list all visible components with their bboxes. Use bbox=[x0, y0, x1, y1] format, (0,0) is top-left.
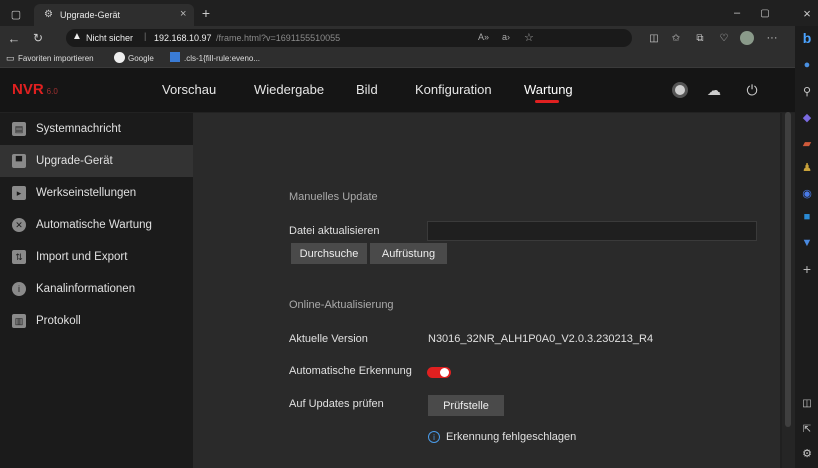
people-icon[interactable]: ♟ bbox=[799, 160, 815, 174]
sidebar-item-label: Upgrade-Gerät bbox=[36, 155, 113, 167]
favorites-icon[interactable]: ✩ bbox=[668, 30, 684, 46]
user-avatar-icon[interactable] bbox=[671, 81, 689, 99]
upgrade-icon: ▀ bbox=[12, 154, 26, 168]
send-icon[interactable]: ▼ bbox=[799, 236, 815, 250]
toggle-knob bbox=[440, 368, 449, 377]
sidebar-item-label: Protokoll bbox=[36, 315, 81, 327]
log-icon: ▥ bbox=[12, 314, 26, 328]
fav-google[interactable]: Google bbox=[128, 54, 154, 63]
address-divider: | bbox=[144, 31, 147, 41]
sidebar-item-automatische-wartung[interactable]: ✕ Automatische Wartung bbox=[0, 209, 193, 241]
split-screen-icon[interactable]: ◫ bbox=[646, 30, 662, 46]
scrollbar-thumb[interactable] bbox=[785, 112, 791, 427]
translate-icon[interactable]: a› bbox=[502, 32, 510, 42]
reset-icon: ▸ bbox=[12, 186, 26, 200]
url-path: /frame.html?v=1691155510055 bbox=[216, 33, 341, 43]
tab-close-icon[interactable]: × bbox=[180, 8, 186, 20]
power-icon[interactable]: ⏻ bbox=[742, 80, 762, 100]
maximize-icon[interactable]: ▢ bbox=[756, 4, 774, 22]
add-sidebar-app-icon[interactable]: + bbox=[799, 261, 815, 277]
fav-import[interactable]: Favoriten importieren bbox=[18, 54, 94, 63]
sidebar-item-werkseinstellungen[interactable]: ▸ Werkseinstellungen bbox=[0, 177, 193, 209]
tab-title: Upgrade-Gerät bbox=[60, 10, 121, 20]
hide-sidebar-icon[interactable]: ◫ bbox=[799, 396, 815, 410]
check-now-button[interactable]: Prüfstelle bbox=[428, 395, 504, 416]
bing-icon[interactable]: b bbox=[798, 28, 816, 48]
address-bar[interactable]: ▲ Nicht sicher | 192.168.10.97 /frame.ht… bbox=[66, 29, 632, 47]
sidebar-item-kanalinformationen[interactable]: i Kanalinformationen bbox=[0, 273, 193, 305]
fav-cls[interactable]: .cls-1{fill-rule:eveno... bbox=[184, 54, 260, 63]
nav-vorschau[interactable]: Vorschau bbox=[162, 82, 216, 97]
settings-gear-icon[interactable]: ⚙ bbox=[799, 446, 815, 460]
upgrade-button[interactable]: Aufrüstung bbox=[370, 243, 447, 264]
tab-actions-icon[interactable]: ▢ bbox=[8, 6, 24, 22]
url-host: 192.168.10.97 bbox=[154, 33, 212, 43]
online-update-heading: Online-Aktualisierung bbox=[289, 299, 394, 311]
detection-status-text: Erkennung fehlgeschlagen bbox=[446, 431, 577, 443]
game-icon[interactable]: ◉ bbox=[799, 186, 815, 200]
tools-icon[interactable]: ▰ bbox=[799, 136, 815, 150]
security-label: Nicht sicher bbox=[86, 33, 134, 43]
outlook-icon[interactable]: ■ bbox=[799, 210, 815, 224]
sidebar-item-systemnachricht[interactable]: ▤ Systemnachricht bbox=[0, 113, 193, 145]
nav-konfiguration[interactable]: Konfiguration bbox=[415, 82, 492, 97]
external-link-icon[interactable]: ⇱ bbox=[799, 422, 815, 436]
manual-update-heading: Manuelles Update bbox=[289, 191, 378, 203]
search-icon[interactable]: ⚲ bbox=[799, 84, 815, 98]
info-icon: i bbox=[12, 282, 26, 296]
sidebar-item-label: Kanalinformationen bbox=[36, 283, 136, 295]
collections-icon[interactable]: ⧉ bbox=[692, 30, 708, 46]
cloud-upload-icon[interactable]: ☁ bbox=[704, 80, 724, 100]
google-icon bbox=[114, 52, 125, 63]
read-aloud-icon[interactable]: A» bbox=[478, 32, 489, 42]
new-tab-icon[interactable]: + bbox=[198, 5, 214, 21]
profile-avatar[interactable] bbox=[738, 29, 756, 47]
tag-icon[interactable]: ◆ bbox=[799, 110, 815, 124]
more-menu-icon[interactable]: ··· bbox=[764, 30, 780, 46]
warning-icon: ▲ bbox=[72, 31, 82, 42]
check-updates-label: Auf Updates prüfen bbox=[289, 398, 384, 410]
sidebar-item-label: Import und Export bbox=[36, 251, 128, 263]
auto-detect-label: Automatische Erkennung bbox=[289, 365, 412, 377]
sidebar-item-upgrade[interactable]: ▀ Upgrade-Gerät bbox=[0, 145, 193, 177]
current-version-label: Aktuelle Version bbox=[289, 333, 368, 345]
browse-button[interactable]: Durchsuche bbox=[291, 243, 367, 264]
folder-import-icon: ▭ bbox=[6, 53, 15, 63]
close-window-icon[interactable]: × bbox=[798, 4, 816, 22]
reload-icon[interactable]: ↻ bbox=[30, 30, 46, 46]
minimize-icon[interactable]: – bbox=[728, 4, 746, 22]
nvr-logo: NVR 6.0 bbox=[12, 81, 58, 98]
nav-wiedergabe[interactable]: Wiedergabe bbox=[254, 82, 324, 97]
browser-tab[interactable]: ⚙ Upgrade-Gerät × bbox=[34, 4, 194, 26]
nav-bild[interactable]: Bild bbox=[356, 82, 378, 97]
favorites-bar: ▭ Favoriten importieren Google .cls-1{fi… bbox=[0, 50, 795, 68]
tab-favicon-icon: ⚙ bbox=[44, 9, 53, 20]
sidebar-item-label: Automatische Wartung bbox=[36, 219, 152, 231]
auto-detect-toggle[interactable] bbox=[427, 367, 451, 378]
bell-icon[interactable]: ● bbox=[799, 58, 815, 72]
info-circle-icon: i bbox=[428, 431, 440, 443]
nav-wartung[interactable]: Wartung bbox=[524, 82, 573, 97]
sidebar-item-label: Werkseinstellungen bbox=[36, 187, 137, 199]
sidebar-item-import-export[interactable]: ⇅ Import und Export bbox=[0, 241, 193, 273]
import-export-icon: ⇅ bbox=[12, 250, 26, 264]
current-version-value: N3016_32NR_ALH1P0A0_V2.0.3.230213_R4 bbox=[428, 333, 654, 345]
favorite-star-icon[interactable]: ☆ bbox=[524, 31, 534, 44]
back-icon[interactable]: ← bbox=[6, 30, 22, 46]
bookmark-page-icon bbox=[170, 52, 180, 62]
sidebar-item-protokoll[interactable]: ▥ Protokoll bbox=[0, 305, 193, 337]
file-update-label: Datei aktualisieren bbox=[289, 225, 380, 237]
wrench-icon: ✕ bbox=[12, 218, 26, 232]
extensions-icon[interactable]: ♡ bbox=[716, 30, 732, 46]
active-nav-indicator bbox=[535, 100, 559, 103]
message-icon: ▤ bbox=[12, 122, 26, 136]
file-path-input[interactable] bbox=[427, 221, 757, 241]
sidebar-item-label: Systemnachricht bbox=[36, 123, 122, 135]
